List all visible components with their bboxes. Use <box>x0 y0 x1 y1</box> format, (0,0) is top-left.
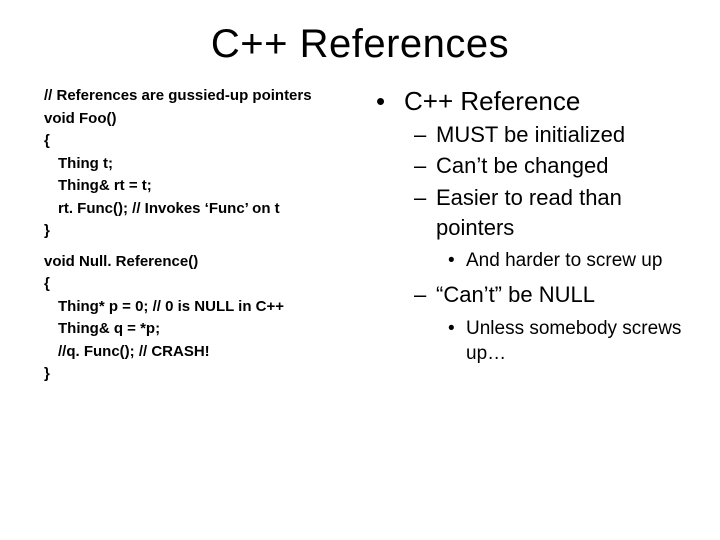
code-line: } <box>44 363 370 386</box>
bullet-level-3: • And harder to screw up <box>376 248 696 274</box>
code-line: Thing t; <box>44 153 370 176</box>
bullet-text: C++ Reference <box>404 85 580 118</box>
bullet-text: “Can’t” be NULL <box>436 280 595 310</box>
bullet-dash-icon: – <box>414 280 436 310</box>
bullet-text: And harder to screw up <box>466 248 662 274</box>
code-line: void Foo() <box>44 108 370 131</box>
code-line: // References are gussied-up pointers <box>44 85 370 108</box>
code-line: { <box>44 273 370 296</box>
bullet-dash-icon: – <box>414 183 436 242</box>
slide: C++ References // References are gussied… <box>0 0 720 540</box>
bullet-level-1: • C++ Reference <box>376 85 696 118</box>
code-line: Thing* p = 0; // 0 is NULL in C++ <box>44 296 370 319</box>
code-column: // References are gussied-up pointers vo… <box>44 85 370 386</box>
bullet-dot-icon: • <box>448 248 466 274</box>
bullet-level-2: – MUST be initialized <box>376 120 696 150</box>
bullet-level-2: – Can’t be changed <box>376 151 696 181</box>
slide-title: C++ References <box>0 0 720 77</box>
bullet-dot-icon: • <box>376 85 404 118</box>
slide-body: // References are gussied-up pointers vo… <box>0 77 720 386</box>
code-line: void Null. Reference() <box>44 251 370 274</box>
code-line: { <box>44 130 370 153</box>
bullet-dot-icon: • <box>448 316 466 367</box>
bullet-dash-icon: – <box>414 120 436 150</box>
bullet-level-2: – Easier to read than pointers <box>376 183 696 242</box>
bullet-text: Can’t be changed <box>436 151 608 181</box>
spacer <box>44 243 370 251</box>
bullet-text: Unless somebody screws up… <box>466 316 696 367</box>
code-line: rt. Func(); // Invokes ‘Func’ on t <box>44 198 370 221</box>
bullet-level-3: • Unless somebody screws up… <box>376 316 696 367</box>
code-line: Thing& rt = t; <box>44 175 370 198</box>
code-line: //q. Func(); // CRASH! <box>44 341 370 364</box>
bullet-column: • C++ Reference – MUST be initialized – … <box>370 85 696 386</box>
code-line: Thing& q = *p; <box>44 318 370 341</box>
bullet-text: Easier to read than pointers <box>436 183 696 242</box>
bullet-dash-icon: – <box>414 151 436 181</box>
code-line: } <box>44 220 370 243</box>
bullet-text: MUST be initialized <box>436 120 625 150</box>
bullet-level-2: – “Can’t” be NULL <box>376 280 696 310</box>
